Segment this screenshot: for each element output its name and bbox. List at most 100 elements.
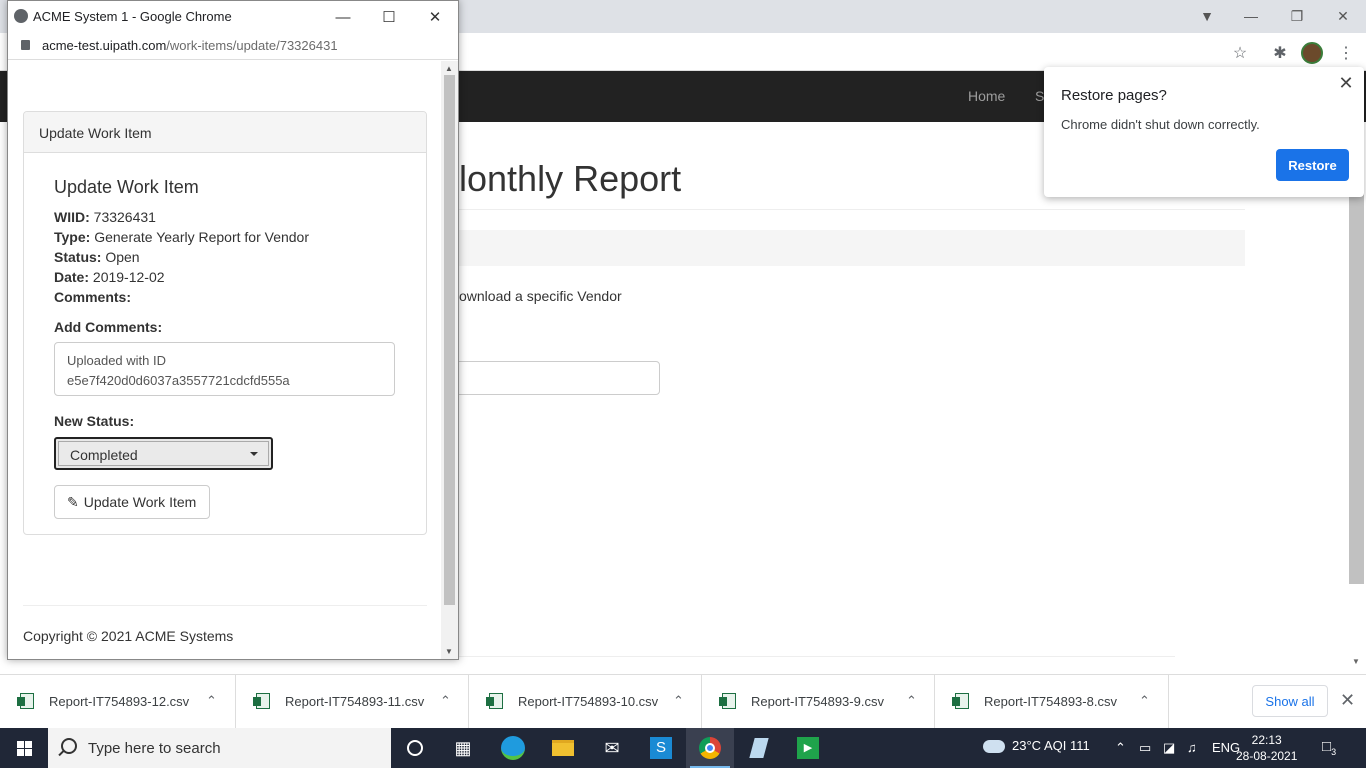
restore-pages-bubble: Restore pages? Chrome didn't shut down c… (1044, 67, 1364, 197)
popup-page-content: Update Work Item Update Work Item WIID: … (8, 61, 441, 659)
caret-down-icon (250, 452, 258, 456)
mail-icon[interactable]: ✉ (588, 728, 636, 768)
minimize-button[interactable]: — (328, 6, 358, 28)
download-item[interactable]: Report-IT754893-9.csv ⌃ (702, 675, 935, 729)
network-icon[interactable]: ▭ (1139, 740, 1151, 756)
add-comments-label: Add Comments: (54, 319, 163, 335)
status-value: Open (105, 249, 140, 265)
chrome-taskbar-icon[interactable] (686, 728, 734, 768)
download-filename: Report-IT754893-9.csv (751, 694, 884, 709)
clock[interactable]: 22:13 28-08-2021 (1236, 732, 1297, 764)
copyright-text: Copyright © 2021 ACME Systems (23, 628, 234, 644)
lock-icon (21, 40, 30, 50)
update-work-item-panel: Update Work Item Update Work Item WIID: … (23, 111, 427, 535)
add-comments-textarea[interactable]: Uploaded with ID e5e7f420d0d6037a3557721… (54, 342, 395, 396)
uipath-studio-icon[interactable]: S (637, 728, 685, 768)
taskbar-search-box[interactable]: Type here to search (48, 728, 391, 768)
profile-menu-icon[interactable]: ▼ (1184, 4, 1230, 28)
popup-titlebar: ACME System 1 - Google Chrome — ☐ ✕ (8, 1, 458, 32)
search-icon (61, 738, 77, 754)
download-filename: Report-IT754893-10.csv (518, 694, 659, 709)
new-status-select[interactable]: Completed (54, 437, 273, 470)
comments-label: Comments: (54, 289, 132, 305)
maximize-button[interactable]: ☐ (374, 6, 404, 28)
type-value: Generate Yearly Report for Vendor (94, 229, 310, 245)
scroll-down-arrow-icon[interactable]: ▼ (445, 647, 453, 656)
cloud-icon (983, 740, 1005, 754)
page-description: ownload a specific Vendor (459, 288, 622, 304)
cortana-icon[interactable] (391, 728, 439, 768)
excel-file-icon (17, 693, 34, 709)
acme-popup-window: ACME System 1 - Google Chrome — ☐ ✕ acme… (7, 0, 459, 660)
restore-button[interactable]: Restore (1276, 149, 1349, 181)
windows-taskbar: Type here to search ▦ ✉ S ▶ 23°C AQI 111… (0, 728, 1366, 768)
vendor-input[interactable] (440, 361, 660, 395)
search-placeholder: Type here to search (88, 740, 221, 757)
download-item[interactable]: Report-IT754893-12.csv ⌃ (0, 675, 236, 729)
chrome-favicon-icon (14, 9, 28, 23)
notification-center-icon[interactable]: □3 (1322, 738, 1336, 757)
new-status-label: New Status: (54, 413, 135, 429)
file-explorer-icon[interactable] (539, 728, 587, 768)
download-filename: Report-IT754893-11.csv (285, 694, 425, 709)
page-scrollbar[interactable] (1349, 180, 1364, 584)
task-view-icon[interactable]: ▦ (439, 728, 487, 768)
download-item[interactable]: Report-IT754893-11.csv ⌃ (236, 675, 469, 729)
volume-icon[interactable]: ♫ (1187, 740, 1197, 755)
update-work-item-button[interactable]: ✎ Update Work Item (54, 485, 210, 519)
window-title: ACME System 1 - Google Chrome (33, 9, 232, 24)
nav-link-partial[interactable]: S (1035, 88, 1044, 104)
chevron-up-icon[interactable]: ⌃ (206, 693, 217, 709)
show-hidden-icons-chevron-icon[interactable]: ⌃ (1115, 740, 1126, 756)
date-value: 2019-12-02 (92, 269, 165, 285)
notepad-icon[interactable] (735, 728, 783, 768)
excel-file-icon (719, 693, 736, 709)
update-button-label: Update Work Item (83, 494, 197, 510)
extensions-icon[interactable]: ✱ (1268, 41, 1292, 65)
url-text[interactable]: acme-test.uipath.com/work-items/update/7… (42, 38, 338, 53)
chevron-up-icon[interactable]: ⌃ (906, 693, 917, 709)
panel-heading: Update Work Item (24, 112, 426, 153)
start-button[interactable] (0, 728, 48, 768)
scroll-down-arrow-icon[interactable]: ▼ (1352, 657, 1360, 666)
download-filename: Report-IT754893-8.csv (984, 694, 1117, 709)
selected-status: Completed (70, 447, 138, 463)
popup-scrollbar[interactable]: ▲ ▼ (441, 61, 458, 659)
restore-window-button[interactable]: ❐ (1274, 4, 1320, 28)
download-item[interactable]: Report-IT754893-8.csv ⌃ (935, 675, 1169, 729)
download-item[interactable]: Report-IT754893-10.csv ⌃ (469, 675, 702, 729)
status-label: Status: (54, 249, 102, 265)
close-downloads-icon[interactable]: ✕ (1340, 690, 1355, 711)
chevron-up-icon[interactable]: ⌃ (440, 693, 451, 709)
profile-avatar-icon[interactable] (1300, 41, 1324, 65)
weather-text: 23°C AQI 111 (1012, 738, 1090, 753)
edge-browser-icon[interactable] (489, 728, 537, 768)
chevron-up-icon[interactable]: ⌃ (673, 693, 684, 709)
wiid-value: 73326431 (93, 209, 156, 225)
scroll-up-arrow-icon[interactable]: ▲ (445, 64, 453, 73)
scrollbar-thumb[interactable] (444, 75, 455, 605)
address-bar[interactable]: acme-test.uipath.com/work-items/update/7… (8, 32, 458, 60)
chrome-menu-icon[interactable]: ⋮ (1334, 41, 1358, 65)
restore-message: Chrome didn't shut down correctly. (1061, 117, 1260, 132)
wiid-row: WIID: 73326431 (54, 209, 156, 225)
media-player-icon[interactable]: ▶ (784, 728, 832, 768)
form-title: Update Work Item (54, 177, 199, 197)
close-window-button[interactable]: ✕ (1320, 4, 1366, 28)
show-all-downloads-button[interactable]: Show all (1252, 685, 1328, 717)
panel-heading-text: Update Work Item (39, 125, 152, 141)
wifi-icon[interactable]: ◪ (1163, 740, 1175, 756)
close-icon[interactable]: ✕ (1336, 73, 1356, 93)
date-row: Date: 2019-12-02 (54, 269, 165, 285)
url-host: acme-test.uipath.com (42, 38, 167, 53)
clock-time: 22:13 (1251, 733, 1282, 747)
chevron-up-icon[interactable]: ⌃ (1139, 693, 1150, 709)
nav-link-home[interactable]: Home (968, 88, 1005, 104)
excel-file-icon (253, 693, 270, 709)
close-window-button[interactable]: ✕ (420, 6, 450, 28)
weather-widget[interactable]: 23°C AQI 111 (983, 738, 1090, 754)
minimize-button[interactable]: — (1228, 4, 1274, 28)
bookmark-star-icon[interactable]: ☆ (1228, 41, 1252, 65)
pencil-icon: ✎ (67, 493, 79, 510)
restore-title: Restore pages? (1061, 87, 1167, 104)
